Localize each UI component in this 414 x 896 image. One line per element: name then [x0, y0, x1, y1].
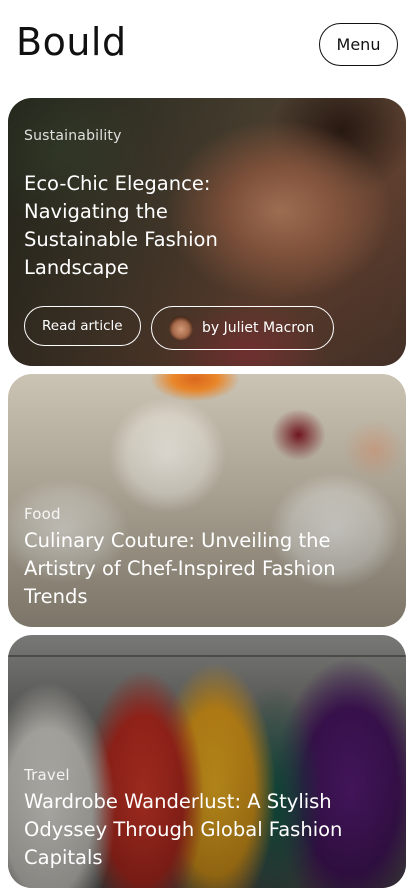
article-category: Sustainability	[24, 128, 122, 144]
article-card-travel[interactable]: Travel Wardrobe Wanderlust: A Stylish Od…	[8, 635, 406, 888]
article-card-food[interactable]: Food Culinary Couture: Unveiling the Art…	[8, 374, 406, 627]
article-category: Food	[24, 505, 61, 523]
author-button[interactable]: by Juliet Macron	[151, 306, 334, 350]
article-title[interactable]: Wardrobe Wanderlust: A Stylish Odyssey T…	[24, 788, 374, 872]
article-category: Travel	[24, 766, 70, 784]
article-title[interactable]: Culinary Couture: Unveiling the Artistry…	[24, 527, 374, 611]
article-title[interactable]: Eco-Chic Elegance: Navigating the Sustai…	[24, 170, 254, 282]
app-header: Bould Menu	[0, 0, 414, 90]
article-card-sustainability[interactable]: Sustainability Eco-Chic Elegance: Naviga…	[8, 98, 406, 366]
author-avatar	[169, 316, 193, 340]
author-name: by Juliet Macron	[202, 320, 315, 336]
read-article-button[interactable]: Read article	[24, 306, 141, 346]
menu-button[interactable]: Menu	[319, 23, 398, 66]
brand-logo[interactable]: Bould	[16, 20, 127, 64]
